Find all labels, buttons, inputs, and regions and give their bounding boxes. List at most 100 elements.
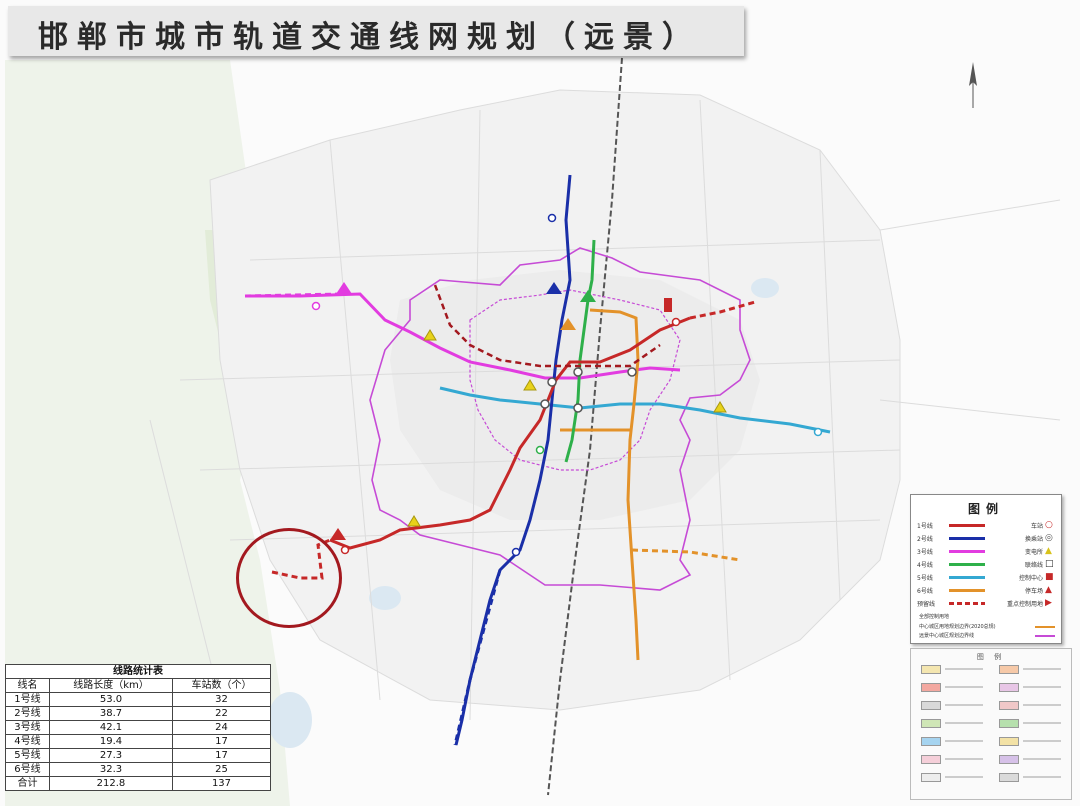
legend-footer-text: 中心城区用地规划边界(2020总规): [919, 624, 996, 630]
legend-symbol-icon: ○: [1045, 520, 1053, 530]
stats-cell: 38.7: [48, 706, 173, 721]
stats-cell: 17: [171, 748, 272, 763]
stats-cell: 25: [171, 762, 272, 777]
legend-line-name: 5号线: [917, 575, 933, 582]
legend-footer-text: 远景中心城区规划边界线: [919, 633, 975, 639]
table-row: 1号线 53.0 32: [5, 692, 272, 707]
legend-row: 1号线 车站 ○: [911, 519, 1061, 532]
landuse-label-placeholder: [1023, 740, 1061, 742]
legend-symbol-name: 换乘站: [1024, 536, 1043, 543]
landuse-swatch: [921, 701, 941, 710]
legend-symbol-name: 车站: [1030, 523, 1043, 530]
landuse-swatch: [921, 683, 941, 692]
station: [535, 445, 545, 455]
legend-line-name: 6号线: [917, 588, 933, 595]
table-row: 3号线 42.1 24: [5, 720, 272, 735]
landuse-label-placeholder: [945, 686, 983, 688]
legend-line-name: 4号线: [917, 562, 933, 569]
legend-footer-line: [1035, 626, 1055, 628]
landuse-swatch: [921, 737, 941, 746]
stats-cell: 6号线: [5, 762, 50, 777]
legend-line-swatch: [949, 537, 985, 540]
landuse-label-placeholder: [945, 758, 983, 760]
legend-symbol-icon: ▲: [1045, 585, 1052, 595]
stats-cell: 22: [171, 706, 272, 721]
legend-row: 4号线 联络线 □: [911, 558, 1061, 571]
landuse-label-placeholder: [945, 740, 983, 742]
lake-west: [268, 692, 312, 748]
legend-line-swatch: [949, 589, 985, 592]
transfer-station: [573, 367, 583, 377]
legend-row: 预留线 重点控制用地 ▶: [911, 597, 1061, 610]
legend-row: 3号线 变电所 ▲: [911, 545, 1061, 558]
stats-cell: 53.0: [48, 692, 173, 707]
transfer-station: [540, 399, 550, 409]
map-title: 邯郸市城市轨道交通线网规划（远景）: [38, 20, 701, 55]
legend-symbol-name: 停车场: [1024, 588, 1043, 595]
landuse-legend: 图 例: [910, 648, 1072, 800]
compass-icon: [969, 62, 977, 108]
legend-symbol-icon: ◎: [1045, 533, 1053, 543]
stats-cell: 1号线: [5, 692, 50, 707]
stats-table-title: 线路统计表: [5, 664, 271, 679]
legend-row: 2号线 换乘站 ◎: [911, 532, 1061, 545]
legend-line-name: 预留线: [917, 601, 936, 608]
transfer-station: [547, 377, 557, 387]
legend-symbol-icon: □: [1045, 559, 1054, 569]
landuse-swatch: [921, 755, 941, 764]
table-row: 5号线 27.3 17: [5, 748, 272, 763]
landuse-swatch: [921, 719, 941, 728]
stats-cell: 19.4: [48, 734, 173, 749]
stats-cell: 212.8: [48, 776, 173, 791]
stats-cell: 137: [171, 776, 272, 791]
landuse-label-placeholder: [945, 668, 983, 670]
landuse-swatch: [999, 755, 1019, 764]
station: [547, 213, 557, 223]
landuse-swatch: [999, 719, 1019, 728]
transfer-station: [627, 367, 637, 377]
stats-cell: 42.1: [48, 720, 173, 735]
legend-symbol-name: 控制中心: [1018, 575, 1043, 582]
stats-cell: 3号线: [5, 720, 50, 735]
table-row: 2号线 38.7 22: [5, 706, 272, 721]
stats-cell: 合计: [5, 776, 50, 791]
table-row: 6号线 32.3 25: [5, 762, 272, 777]
legend-line-name: 1号线: [917, 523, 933, 530]
legend-row: 5号线 控制中心 ■: [911, 571, 1061, 584]
landuse-swatch: [999, 737, 1019, 746]
stats-cell: 32: [171, 692, 272, 707]
stats-cell: 24: [171, 720, 272, 735]
legend-line-swatch: [949, 576, 985, 579]
landuse-label-placeholder: [1023, 776, 1061, 778]
map-legend: 图例 1号线 车站 ○ 2号线 换乘站 ◎ 3号线 变电所 ▲ 4号线 联络线 □ 5号线 控制中心 ■ 6号…: [910, 494, 1062, 644]
landuse-label-placeholder: [945, 722, 983, 724]
landuse-legend-title: 图 例: [976, 653, 1006, 661]
legend-line-swatch: [949, 524, 985, 527]
landuse-label-placeholder: [1023, 758, 1061, 760]
stats-cell: 32.3: [48, 762, 173, 777]
landuse-swatch: [921, 773, 941, 782]
landuse-label-placeholder: [945, 704, 983, 706]
landuse-swatch: [921, 665, 941, 674]
legend-symbol-icon: ■: [1045, 572, 1054, 582]
lake-northeast: [751, 278, 779, 298]
lake-south: [369, 586, 401, 610]
city-core: [390, 270, 760, 520]
control-land-marker: [664, 298, 672, 312]
legend-symbol-icon: ▲: [1045, 546, 1052, 556]
legend-line-name: 3号线: [917, 549, 933, 556]
stats-cell: 17: [171, 734, 272, 749]
landuse-swatch: [999, 773, 1019, 782]
landuse-label-placeholder: [1023, 704, 1061, 706]
landuse-label-placeholder: [1023, 668, 1061, 670]
legend-title: 图例: [967, 502, 1004, 516]
legend-line-name: 2号线: [917, 536, 933, 543]
stats-cell: 4号线: [5, 734, 50, 749]
legend-line-swatch: [949, 602, 985, 605]
legend-symbol-name: 联络线: [1024, 562, 1043, 569]
stats-header: 车站数（个）: [171, 678, 272, 693]
table-row: 合计 212.8 137: [5, 776, 272, 791]
station: [311, 301, 321, 311]
landuse-label-placeholder: [1023, 686, 1061, 688]
landuse-swatch: [999, 665, 1019, 674]
